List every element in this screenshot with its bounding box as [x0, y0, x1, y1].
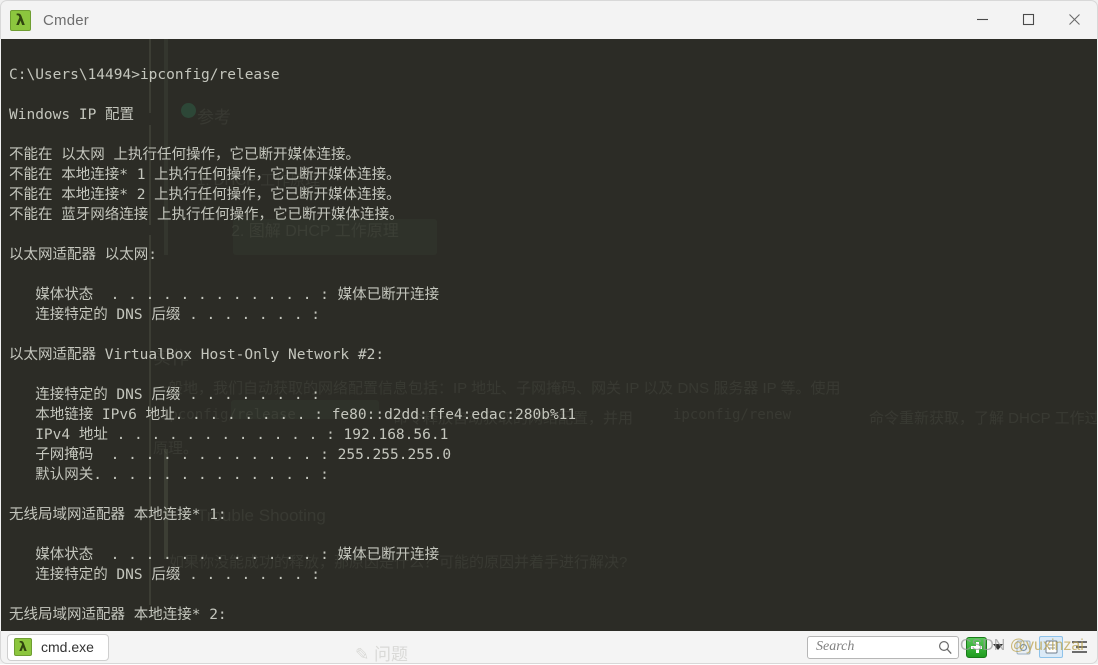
chevron-down-icon[interactable] — [989, 637, 1007, 658]
terminal-line: 无线局域网适配器 本地连接* 2: — [9, 607, 227, 623]
tab-label: cmd.exe — [41, 639, 94, 655]
clipboard-icon[interactable] — [1039, 636, 1063, 658]
status-bar: λ cmd.exe Search — [0, 631, 1098, 664]
search-input[interactable]: Search — [807, 635, 959, 659]
title-bar: λ Cmder — [0, 0, 1098, 39]
search-icon[interactable] — [938, 640, 953, 655]
terminal-line: 子网掩码 . . . . . . . . . . . . : 255.255.2… — [9, 447, 452, 463]
terminal-line: 连接特定的 DNS 后缀 . . . . . . . : — [9, 387, 321, 403]
maximize-icon[interactable] — [1005, 1, 1051, 39]
tab-cmd-exe[interactable]: λ cmd.exe — [7, 633, 109, 661]
terminal-output: C:\Users\14494>ipconfig/release Windows I… — [1, 39, 1097, 625]
settings-icon[interactable] — [1011, 636, 1035, 658]
terminal-line: 本地链接 IPv6 地址. . . . . . . . : fe80::d2dd… — [9, 407, 577, 423]
cmder-window: λ Cmder 参考 1. DHCP 工作原理 2. 图解 DHCP 工作原理 … — [0, 0, 1098, 664]
terminal-line: 连接特定的 DNS 后缀 . . . . . . . : — [9, 567, 321, 583]
terminal-line: 连接特定的 DNS 后缀 . . . . . . . : — [9, 307, 321, 323]
terminal-line: 媒体状态 . . . . . . . . . . . . : 媒体已断开连接 — [9, 287, 440, 303]
close-icon[interactable] — [1051, 1, 1097, 39]
terminal-line: C:\Users\14494>ipconfig/release — [9, 67, 280, 83]
menu-icon[interactable] — [1067, 636, 1091, 658]
terminal-line: 媒体状态 . . . . . . . . . . . . : 媒体已断开连接 — [9, 547, 440, 563]
terminal-panel[interactable]: 参考 1. DHCP 工作原理 2. 图解 DHCP 工作原理 实作 一般地，我们自动获… — [1, 39, 1097, 631]
terminal-line: 无线局域网适配器 本地连接* 1: — [9, 507, 227, 523]
lambda-icon: λ — [10, 9, 31, 31]
terminal-line: 以太网适配器 以太网: — [9, 247, 157, 263]
lambda-icon: λ — [14, 638, 32, 656]
terminal-line: 不能在 本地连接* 2 上执行任何操作，它已断开媒体连接。 — [9, 187, 401, 203]
window-title: Cmder — [43, 11, 90, 29]
add-console-icon[interactable] — [966, 636, 987, 658]
status-bar-tools: Search — [807, 635, 1097, 659]
window-controls — [959, 1, 1097, 40]
terminal-line: 默认网关. . . . . . . . . . . . . : — [9, 467, 329, 483]
terminal-line: 不能在 蓝牙网络连接 上执行任何操作，它已断开媒体连接。 — [9, 207, 404, 223]
terminal-line: 不能在 本地连接* 1 上执行任何操作，它已断开媒体连接。 — [9, 167, 401, 183]
minimize-icon[interactable] — [959, 1, 1005, 39]
terminal-line: Windows IP 配置 — [9, 107, 135, 123]
terminal-line: IPv4 地址 . . . . . . . . . . . . : 192.16… — [9, 427, 449, 443]
search-placeholder: Search — [816, 639, 855, 654]
terminal-line: 以太网适配器 VirtualBox Host-Only Network #2: — [9, 347, 385, 363]
terminal-line: 不能在 以太网 上执行任何操作，它已断开媒体连接。 — [9, 147, 360, 163]
